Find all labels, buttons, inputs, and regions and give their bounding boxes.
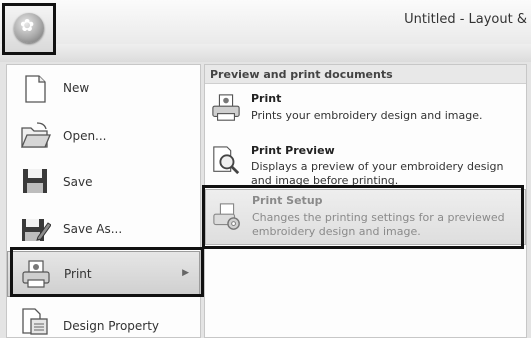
design-property-icon <box>22 308 48 335</box>
open-folder-icon <box>21 122 51 148</box>
submenu-item-print[interactable]: Print Prints your embroidery design and … <box>205 85 526 135</box>
menu-item-label: Open... <box>63 129 107 143</box>
application-button[interactable] <box>2 3 56 55</box>
ribbon-strip <box>0 44 531 63</box>
menu-item-label: Save As... <box>63 222 123 236</box>
save-icon <box>23 169 47 193</box>
print-setup-highlight-frame <box>202 185 524 249</box>
menu-item-label: Design Property <box>63 319 160 333</box>
window-title: Untitled - Layout & <box>404 12 527 27</box>
menu-item-label: New <box>63 81 90 95</box>
submenu-item-title: Print <box>251 92 282 105</box>
submenu-item-description: Prints your embroidery design and image. <box>251 109 483 122</box>
submenu-item-print-preview[interactable]: Print Preview Displays a preview of your… <box>205 137 526 187</box>
new-document-icon <box>25 75 46 103</box>
save-as-icon <box>22 219 51 241</box>
menu-item-open[interactable]: Open... <box>7 111 200 157</box>
menu-item-design-property[interactable]: Design Property <box>7 297 200 343</box>
menu-item-new[interactable]: New <box>7 65 200 111</box>
app-orb-icon <box>14 13 44 43</box>
submenu-heading: Preview and print documents <box>205 65 526 84</box>
menu-item-label: Save <box>63 175 93 189</box>
print-icon <box>212 94 240 121</box>
menu-item-save[interactable]: Save <box>7 157 200 203</box>
print-highlight-frame <box>10 247 204 297</box>
print-preview-icon <box>213 146 240 175</box>
title-bar: Untitled - Layout & <box>0 0 531 45</box>
submenu-item-title: Print Preview <box>251 144 335 157</box>
menu-item-save-as[interactable]: Save As... <box>7 205 200 251</box>
